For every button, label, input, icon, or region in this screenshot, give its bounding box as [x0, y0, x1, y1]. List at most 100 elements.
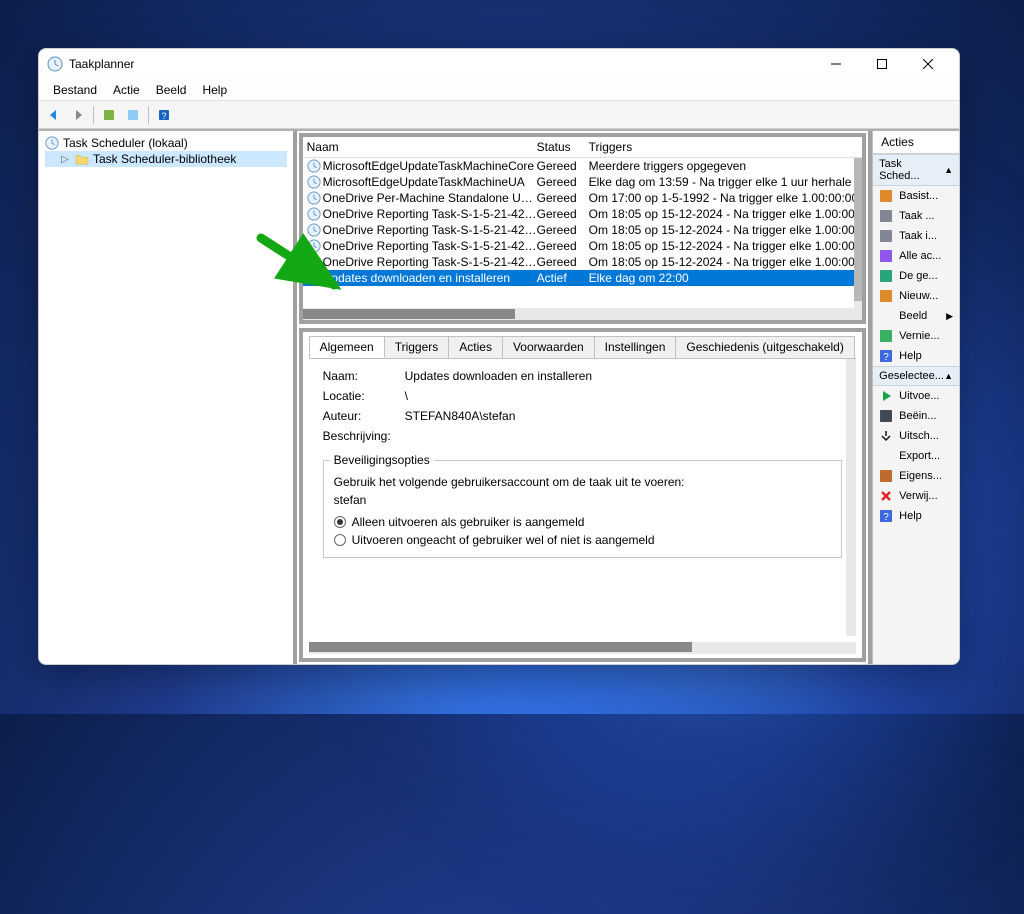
tab-instellingen[interactable]: Instellingen	[594, 336, 677, 358]
actions-group2-header[interactable]: Geselectee... ▲	[873, 366, 959, 386]
action-item[interactable]: ?Help	[873, 506, 959, 526]
clock-icon	[307, 207, 321, 221]
menu-actie[interactable]: Actie	[105, 81, 148, 99]
details-vscrollbar[interactable]	[846, 359, 856, 636]
task-triggers: Om 18:05 op 15-12-2024 - Na trigger elke…	[589, 255, 859, 269]
col-header-triggers[interactable]: Triggers	[589, 140, 859, 154]
task-row[interactable]: OneDrive Reporting Task-S-1-5-21-4290..G…	[303, 254, 863, 270]
tree-library[interactable]: ▷ Task Scheduler-bibliotheek	[45, 151, 287, 167]
value-name: Updates downloaden en installeren	[405, 369, 843, 383]
action-item[interactable]: Eigens...	[873, 466, 959, 486]
tree-root-label: Task Scheduler (lokaal)	[63, 136, 188, 150]
radio-icon	[334, 534, 346, 546]
task-triggers: Elke dag om 22:00	[589, 271, 859, 285]
task-status: Gereed	[537, 175, 589, 189]
security-account-label: Gebruik het volgende gebruikersaccount o…	[334, 475, 832, 489]
radio-any[interactable]: Uitvoeren ongeacht of gebruiker wel of n…	[334, 531, 832, 549]
tab-geschiedenis-uitgeschakeld-[interactable]: Geschiedenis (uitgeschakeld)	[675, 336, 854, 358]
action-item[interactable]: Nieuw...	[873, 286, 959, 306]
value-author: STEFAN840A\stefan	[405, 409, 843, 423]
action-item[interactable]: ?Help	[873, 346, 959, 366]
clock-icon	[307, 159, 321, 173]
expand-icon[interactable]: ▷	[61, 154, 71, 165]
help-button[interactable]: ?	[153, 104, 175, 126]
action-item[interactable]: Basist...	[873, 186, 959, 206]
action-item[interactable]: Beeld▶	[873, 306, 959, 326]
task-name: OneDrive Reporting Task-S-1-5-21-4290..	[323, 207, 537, 221]
menu-bestand[interactable]: Bestand	[45, 81, 105, 99]
app-icon	[47, 56, 63, 72]
back-button[interactable]	[43, 104, 65, 126]
actions-panel: Acties Task Sched... ▲ Basist...Taak ...…	[872, 131, 959, 664]
action-icon	[879, 229, 893, 243]
task-status: Gereed	[537, 159, 589, 173]
task-row[interactable]: OneDrive Per-Machine Standalone Upda..Ge…	[303, 190, 863, 206]
task-name: MicrosoftEdgeUpdateTaskMachineCore	[323, 159, 537, 173]
action-item[interactable]: Uitsch...	[873, 426, 959, 446]
task-row[interactable]: OneDrive Reporting Task-S-1-5-21-4290..G…	[303, 206, 863, 222]
task-triggers: Meerdere triggers opgegeven	[589, 159, 859, 173]
tab-triggers[interactable]: Triggers	[384, 336, 450, 358]
clock-icon	[45, 136, 59, 150]
tree-root[interactable]: Task Scheduler (lokaal)	[45, 135, 287, 151]
label-description: Beschrijving:	[323, 429, 405, 443]
properties-button[interactable]	[98, 104, 120, 126]
task-row[interactable]: MicrosoftEdgeUpdateTaskMachineCoreGereed…	[303, 158, 863, 174]
action-item[interactable]: Verwij...	[873, 486, 959, 506]
label-location: Locatie:	[323, 389, 405, 403]
tab-algemeen[interactable]: Algemeen	[309, 336, 385, 358]
security-legend: Beveiligingsopties	[330, 453, 434, 467]
action-item[interactable]: Alle ac...	[873, 246, 959, 266]
label-name: Naam:	[323, 369, 405, 383]
clock-icon	[307, 223, 321, 237]
task-row[interactable]: Updates downloaden en installerenActiefE…	[303, 270, 863, 286]
details-hscrollbar[interactable]	[309, 642, 857, 654]
action-icon: ?	[879, 349, 893, 363]
close-button[interactable]	[905, 49, 951, 79]
menu-help[interactable]: Help	[194, 81, 235, 99]
titlebar[interactable]: Taakplanner	[39, 49, 959, 79]
window-title: Taakplanner	[69, 57, 813, 71]
svg-text:?: ?	[161, 111, 166, 121]
action-item[interactable]: De ge...	[873, 266, 959, 286]
task-scheduler-window: Taakplanner Bestand Actie Beeld Help ? T…	[38, 48, 960, 665]
forward-button[interactable]	[67, 104, 89, 126]
task-status: Actief	[537, 271, 589, 285]
action-item[interactable]: Vernie...	[873, 326, 959, 346]
task-triggers: Om 18:05 op 15-12-2024 - Na trigger elke…	[589, 223, 859, 237]
col-header-status[interactable]: Status	[537, 140, 589, 154]
task-name: OneDrive Per-Machine Standalone Upda..	[323, 191, 537, 205]
task-row[interactable]: OneDrive Reporting Task-S-1-5-21-4290..G…	[303, 222, 863, 238]
middle-panel: Naam Status Triggers MicrosoftEdgeUpdate…	[297, 131, 873, 664]
action-item[interactable]: Taak i...	[873, 226, 959, 246]
task-row[interactable]: MicrosoftEdgeUpdateTaskMachineUAGereedEl…	[303, 174, 863, 190]
tab-acties[interactable]: Acties	[448, 336, 503, 358]
actions-group1-header[interactable]: Task Sched... ▲	[873, 154, 959, 186]
action-icon	[879, 329, 893, 343]
task-list-vscrollbar[interactable]	[854, 158, 862, 308]
task-status: Gereed	[537, 191, 589, 205]
task-list-hscrollbar[interactable]	[303, 308, 863, 320]
refresh-button[interactable]	[122, 104, 144, 126]
action-item[interactable]: Uitvoe...	[873, 386, 959, 406]
task-name: OneDrive Reporting Task-S-1-5-21-4290..	[323, 223, 537, 237]
task-row[interactable]: OneDrive Reporting Task-S-1-5-21-4290..G…	[303, 238, 863, 254]
disable-icon	[879, 429, 893, 443]
clock-icon	[307, 239, 321, 253]
task-name: Updates downloaden en installeren	[323, 271, 537, 285]
col-header-name[interactable]: Naam	[307, 140, 537, 154]
minimize-button[interactable]	[813, 49, 859, 79]
chevron-up-icon: ▲	[944, 371, 953, 381]
action-item[interactable]: Export...	[873, 446, 959, 466]
radio-logged-on[interactable]: Alleen uitvoeren als gebruiker is aangem…	[334, 513, 832, 531]
task-status: Gereed	[537, 223, 589, 237]
menu-beeld[interactable]: Beeld	[148, 81, 195, 99]
task-triggers: Om 17:00 op 1-5-1992 - Na trigger elke 1…	[589, 191, 859, 205]
maximize-button[interactable]	[859, 49, 905, 79]
task-name: MicrosoftEdgeUpdateTaskMachineUA	[323, 175, 537, 189]
action-item[interactable]: Beëin...	[873, 406, 959, 426]
action-item[interactable]: Taak ...	[873, 206, 959, 226]
clock-icon	[307, 175, 321, 189]
label-author: Auteur:	[323, 409, 405, 423]
tab-voorwaarden[interactable]: Voorwaarden	[502, 336, 595, 358]
